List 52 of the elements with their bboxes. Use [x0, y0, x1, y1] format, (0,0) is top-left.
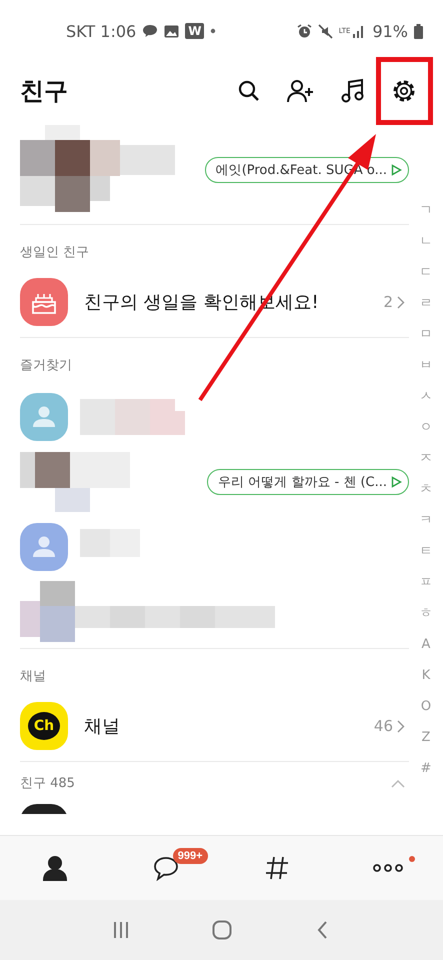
index-letter[interactable]: ㅍ [420, 574, 432, 592]
index-letter[interactable]: K [422, 667, 430, 685]
index-letter[interactable]: ㅁ [420, 326, 432, 344]
section-header: 즐거찾기 [20, 357, 73, 375]
channel-count: 46 [374, 717, 393, 735]
section-header: 생일인 친구 [20, 244, 90, 262]
birthday-count: 2 [383, 293, 393, 311]
dot-icon [210, 28, 216, 34]
unread-badge: 999+ [172, 848, 208, 864]
friend-row[interactable]: 우리 어떻게 할까요 - 첸 (C... [20, 449, 409, 514]
index-letter[interactable]: A [422, 636, 430, 654]
search-icon [237, 79, 261, 103]
play-icon [391, 476, 402, 488]
index-letter[interactable]: ㅈ [420, 450, 432, 468]
index-letter[interactable]: ㄹ [420, 295, 432, 313]
settings-icon [391, 78, 417, 104]
section-header: 채널 [20, 668, 47, 686]
music-note-icon [341, 78, 365, 104]
channel-row[interactable]: Ch 채널 46 [20, 695, 409, 757]
index-letter[interactable]: ㅅ [420, 388, 432, 406]
channel-logo: Ch [20, 702, 68, 750]
status-time: SKT 1:06 [66, 22, 136, 40]
index-letter[interactable]: ㅌ [420, 543, 432, 561]
chevron-right-icon [397, 296, 405, 308]
mute-icon [318, 24, 333, 38]
battery-icon [414, 24, 423, 38]
image-icon [164, 24, 180, 38]
home-icon[interactable] [212, 920, 232, 940]
app-icon: W [185, 23, 204, 39]
play-icon [391, 164, 402, 176]
battery-level: 91% [372, 22, 408, 40]
index-letter[interactable]: Z [422, 729, 430, 747]
index-letter[interactable]: ㅎ [420, 605, 432, 623]
cake-icon [20, 278, 68, 326]
index-letter[interactable]: ㅋ [420, 512, 432, 530]
chat-bubble-icon [142, 24, 158, 38]
index-letter[interactable]: O [420, 698, 432, 716]
channel-label: 채널 [84, 715, 120, 738]
index-letter[interactable]: ㄱ [420, 202, 432, 220]
page-title: 친구 [20, 76, 68, 107]
index-letter[interactable]: ㅂ [420, 357, 432, 375]
index-letter[interactable]: ㄷ [420, 264, 432, 282]
section-header: 친구 485 [20, 775, 75, 792]
index-letter[interactable]: ㅇ [420, 419, 432, 437]
music-status-button[interactable]: 우리 어떻게 할까요 - 첸 (C... [207, 468, 409, 494]
highlight-box [376, 57, 433, 125]
index-letter[interactable]: # [420, 760, 432, 778]
add-person-icon [287, 79, 315, 103]
chevron-right-icon [397, 720, 405, 732]
alarm-icon [296, 24, 312, 38]
index-letter[interactable]: ㅊ [420, 481, 432, 499]
index-letter[interactable]: ㄴ [420, 233, 432, 251]
